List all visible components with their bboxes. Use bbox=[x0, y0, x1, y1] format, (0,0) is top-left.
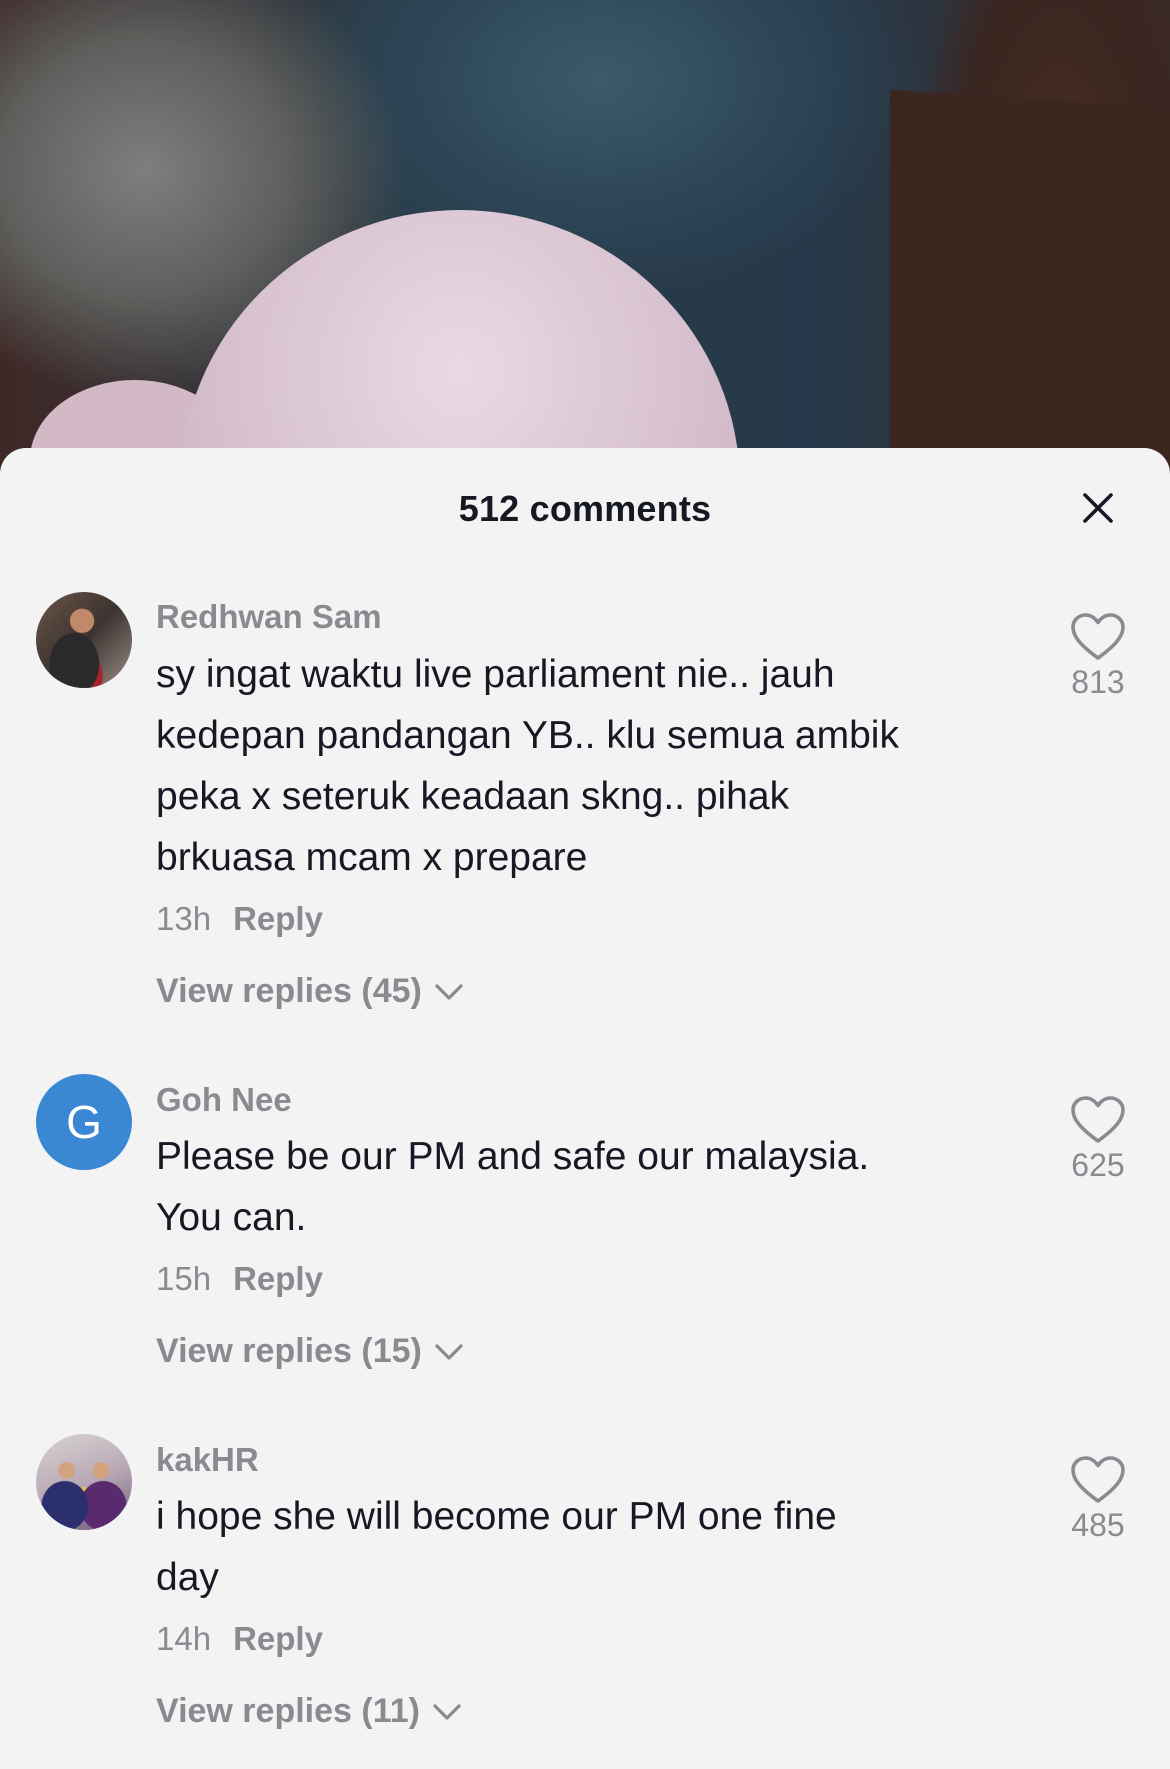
avatar[interactable] bbox=[36, 592, 132, 688]
chevron-down-icon bbox=[435, 983, 463, 1000]
comment-text-line: brkuasa mcam x prepare bbox=[156, 836, 588, 879]
view-replies-label: View replies (15) bbox=[156, 1332, 422, 1370]
view-replies-button[interactable]: View replies (11) bbox=[156, 1692, 462, 1731]
comments-sheet: 512 comments Redhwan Sam sy ingat waktu … bbox=[0, 448, 1170, 1769]
close-icon bbox=[1083, 493, 1113, 523]
like-button[interactable]: 485 bbox=[1058, 1455, 1138, 1544]
reply-button[interactable]: Reply bbox=[233, 1620, 323, 1657]
comment-text-line: sy ingat waktu live parliament nie.. jau… bbox=[156, 653, 835, 696]
comment-meta: 15h Reply bbox=[156, 1260, 323, 1298]
like-count: 813 bbox=[1071, 664, 1125, 700]
like-button[interactable]: 625 bbox=[1058, 1095, 1138, 1184]
close-button[interactable] bbox=[1078, 488, 1118, 528]
comment-username[interactable]: Redhwan Sam bbox=[156, 598, 382, 636]
heart-outline-icon bbox=[1071, 1096, 1125, 1143]
video-background-person bbox=[180, 210, 740, 470]
comment-text-line: Please be our PM and safe our malaysia. bbox=[156, 1135, 870, 1178]
avatar-letter: G bbox=[66, 1096, 102, 1148]
comment-text-line: i hope she will become our PM one fine bbox=[156, 1495, 837, 1538]
comment-text-line: day bbox=[156, 1556, 219, 1599]
comments-count-title: 512 comments bbox=[458, 488, 712, 529]
like-count: 485 bbox=[1071, 1507, 1125, 1543]
comment-meta: 13h Reply bbox=[156, 900, 323, 938]
like-count: 625 bbox=[1071, 1147, 1125, 1183]
video-background-panel bbox=[890, 89, 1170, 470]
comments-header: 512 comments bbox=[0, 448, 1170, 560]
chevron-down-icon bbox=[435, 1343, 463, 1360]
comment-time: 15h bbox=[156, 1260, 212, 1297]
comment-text: i hope she will become our PM one fine d… bbox=[156, 1486, 1016, 1608]
comment-time: 13h bbox=[156, 900, 212, 937]
comment-meta: 14h Reply bbox=[156, 1620, 323, 1658]
comment-username[interactable]: Goh Nee bbox=[156, 1081, 292, 1119]
comment-text-line: peka x seteruk keadaan skng.. pihak bbox=[156, 775, 790, 818]
video-background bbox=[0, 0, 1170, 470]
view-replies-button[interactable]: View replies (45) bbox=[156, 972, 464, 1011]
view-replies-label: View replies (45) bbox=[156, 972, 422, 1010]
comment-text: Please be our PM and safe our malaysia. … bbox=[156, 1126, 1016, 1248]
comment-time: 14h bbox=[156, 1620, 212, 1657]
view-replies-button[interactable]: View replies (15) bbox=[156, 1332, 464, 1371]
comment-text-line: kedepan pandangan YB.. klu semua ambik bbox=[156, 714, 899, 757]
view-replies-label: View replies (11) bbox=[156, 1692, 420, 1730]
heart-outline-icon bbox=[1071, 613, 1125, 660]
reply-button[interactable]: Reply bbox=[233, 900, 323, 937]
like-button[interactable]: 813 bbox=[1058, 612, 1138, 701]
comment-username[interactable]: kakHR bbox=[156, 1441, 259, 1479]
reply-button[interactable]: Reply bbox=[233, 1260, 323, 1297]
avatar[interactable]: G bbox=[36, 1074, 132, 1170]
comment-text: sy ingat waktu live parliament nie.. jau… bbox=[156, 644, 1016, 888]
chevron-down-icon bbox=[433, 1703, 461, 1720]
heart-outline-icon bbox=[1071, 1456, 1125, 1503]
comment-text-line: You can. bbox=[156, 1196, 307, 1239]
avatar[interactable] bbox=[36, 1434, 132, 1530]
